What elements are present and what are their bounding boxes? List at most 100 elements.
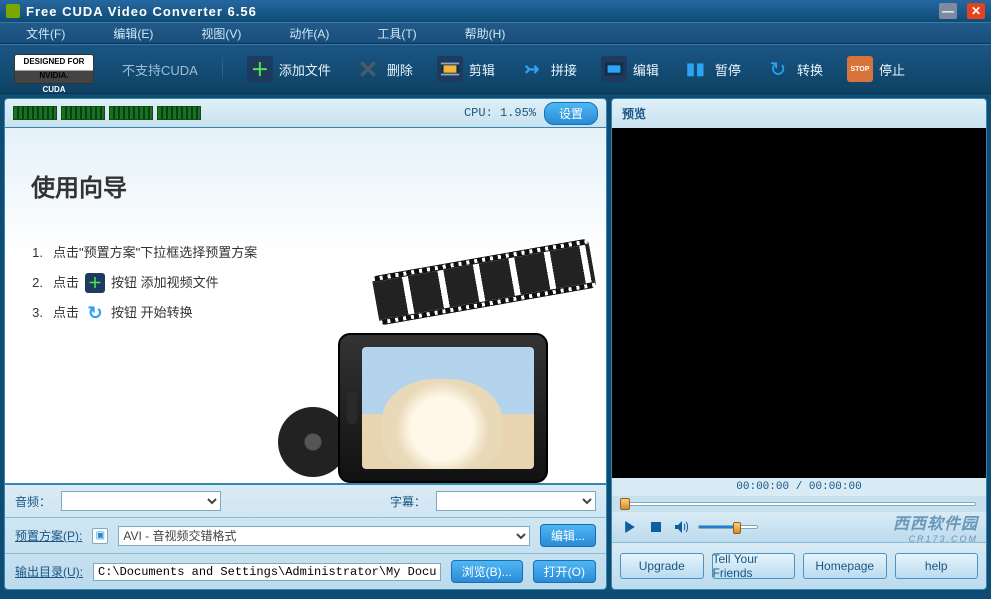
title-bar: Free CUDA Video Converter 6.56 — ✕ xyxy=(0,0,991,22)
menu-help[interactable]: 帮助(H) xyxy=(451,23,520,44)
output-dir-field[interactable] xyxy=(93,563,441,581)
stop-icon: STOP xyxy=(847,56,873,82)
join-icon: ↣ xyxy=(519,56,545,82)
menu-bar: 文件(F) 编辑(E) 视图(V) 动作(A) 工具(T) 帮助(H) xyxy=(0,22,991,44)
audio-subtitle-row: 音频： 字幕： xyxy=(5,485,606,517)
phone-body-icon xyxy=(338,333,548,483)
step-text: 点击"预置方案"下拉框选择预置方案 xyxy=(53,238,257,268)
cpu-core-bar xyxy=(109,106,153,120)
audio-label: 音频： xyxy=(15,493,51,510)
menu-view[interactable]: 视图(V) xyxy=(187,23,255,44)
homepage-button[interactable]: Homepage xyxy=(803,553,887,579)
slider-thumb[interactable] xyxy=(620,498,630,510)
step-number: 2. xyxy=(29,268,43,298)
volume-icon[interactable] xyxy=(672,518,692,536)
cpu-core-bar xyxy=(13,106,57,120)
convert-label: 转换 xyxy=(797,60,823,79)
subtitle-label: 字幕： xyxy=(390,493,426,510)
step-text-b: 按钮 添加视频文件 xyxy=(111,268,219,298)
edit-label: 编辑 xyxy=(633,60,659,79)
menu-action[interactable]: 动作(A) xyxy=(275,23,343,44)
pause-label: 暂停 xyxy=(715,60,741,79)
stop-playback-button[interactable] xyxy=(646,518,666,536)
step-text-a: 点击 xyxy=(53,298,79,328)
phone-graphic xyxy=(288,253,588,483)
preview-header: 预览 xyxy=(611,98,987,128)
cpu-percent-text: CPU: 1.95% xyxy=(464,106,536,120)
audio-track-select[interactable] xyxy=(61,491,221,511)
menu-file[interactable]: 文件(F) xyxy=(12,23,79,44)
step-number: 3. xyxy=(29,298,43,328)
watermark-text: 西西软件园 xyxy=(893,516,978,533)
upgrade-button[interactable]: Upgrade xyxy=(620,553,704,579)
cpu-core-bar xyxy=(61,106,105,120)
filmstrip-icon xyxy=(437,56,463,82)
cut-button[interactable]: 剪辑 xyxy=(437,56,495,82)
phone-screen xyxy=(362,347,534,469)
volume-slider[interactable] xyxy=(698,525,758,529)
wizard-step-3: 3. 点击 ↻ 按钮 开始转换 xyxy=(29,298,257,328)
nvidia-logo-text: NVIDIA. xyxy=(15,69,93,83)
join-button[interactable]: ↣ 拼接 xyxy=(519,56,577,82)
subtitle-select[interactable] xyxy=(436,491,596,511)
cpu-core-bar xyxy=(157,106,201,120)
seek-slider[interactable] xyxy=(611,496,987,512)
wizard-step-2: 2. 点击 ＋ 按钮 添加视频文件 xyxy=(29,268,257,298)
playback-controls: 西西软件园 CR173.COM xyxy=(611,512,987,542)
close-button[interactable]: ✕ xyxy=(967,3,985,19)
step-text-a: 点击 xyxy=(53,268,79,298)
open-dir-button[interactable]: 打开(O) xyxy=(533,560,596,583)
stop-button[interactable]: STOP 停止 xyxy=(847,56,905,82)
pause-button[interactable]: ▮▮ 暂停 xyxy=(683,56,741,82)
add-file-icon: ＋ xyxy=(247,56,273,82)
cpu-core-bars xyxy=(13,106,201,120)
add-file-icon: ＋ xyxy=(85,273,105,293)
file-type-icon: ▣ xyxy=(92,528,108,544)
edit-button[interactable]: 编辑 xyxy=(601,56,659,82)
tell-friends-button[interactable]: Tell Your Friends xyxy=(712,553,796,579)
nvidia-cuda-text: CUDA xyxy=(15,83,93,97)
main-area: CPU: 1.95% 设置 使用向导 1. 点击"预置方案"下拉框选择预置方案 … xyxy=(0,94,991,594)
volume-thumb[interactable] xyxy=(733,522,741,534)
minimize-button[interactable]: — xyxy=(939,3,957,19)
watermark: 西西软件园 CR173.COM xyxy=(764,510,978,544)
preset-select[interactable]: AVI - 音视频交错格式 xyxy=(118,526,530,546)
film-strip-icon xyxy=(371,238,596,325)
slider-track xyxy=(622,502,976,506)
left-controls: 音频： 字幕： 预置方案(P): ▣ AVI - 音视频交错格式 编辑... 输… xyxy=(4,484,607,590)
menu-tools[interactable]: 工具(T) xyxy=(363,23,430,44)
add-file-button[interactable]: ＋ 添加文件 xyxy=(247,56,331,82)
edit-preset-button[interactable]: 编辑... xyxy=(540,524,596,547)
app-icon xyxy=(6,4,20,18)
convert-icon: ↻ xyxy=(85,303,105,323)
phone-home-button-icon xyxy=(347,392,357,424)
nvidia-badge: DESIGNED FOR NVIDIA. CUDA xyxy=(14,54,94,84)
toolbar-separator xyxy=(222,53,223,85)
cpu-usage-bar: CPU: 1.95% 设置 xyxy=(4,98,607,128)
right-footer: Upgrade Tell Your Friends Homepage help xyxy=(611,542,987,590)
browse-button[interactable]: 浏览(B)... xyxy=(451,560,523,583)
delete-button[interactable]: 删除 xyxy=(355,56,413,82)
delete-label: 删除 xyxy=(387,60,413,79)
help-button[interactable]: help xyxy=(895,553,979,579)
menu-edit[interactable]: 编辑(E) xyxy=(99,23,167,44)
preview-title: 预览 xyxy=(622,105,646,122)
stop-label: 停止 xyxy=(879,60,905,79)
app-title: Free CUDA Video Converter 6.56 xyxy=(26,4,929,19)
convert-button[interactable]: ↻ 转换 xyxy=(765,56,823,82)
convert-icon: ↻ xyxy=(765,56,791,82)
wizard-step-1: 1. 点击"预置方案"下拉框选择预置方案 xyxy=(29,238,257,268)
wizard-title: 使用向导 xyxy=(31,168,127,203)
settings-button[interactable]: 设置 xyxy=(544,102,598,125)
right-pane: 预览 00:00:00 / 00:00:00 西西软件园 xyxy=(611,98,987,590)
wizard-panel: 使用向导 1. 点击"预置方案"下拉框选择预置方案 2. 点击 ＋ 按钮 添加视… xyxy=(4,128,607,484)
delete-icon xyxy=(355,56,381,82)
join-label: 拼接 xyxy=(551,60,577,79)
step-text-b: 按钮 开始转换 xyxy=(111,298,193,328)
nvidia-designed-for: DESIGNED FOR xyxy=(15,55,93,69)
polar-bear-image xyxy=(382,379,502,469)
toolbar: DESIGNED FOR NVIDIA. CUDA 不支持CUDA ＋ 添加文件… xyxy=(0,44,991,94)
edit-icon xyxy=(601,56,627,82)
play-button[interactable] xyxy=(620,518,640,536)
preset-row: 预置方案(P): ▣ AVI - 音视频交错格式 编辑... xyxy=(5,517,606,553)
